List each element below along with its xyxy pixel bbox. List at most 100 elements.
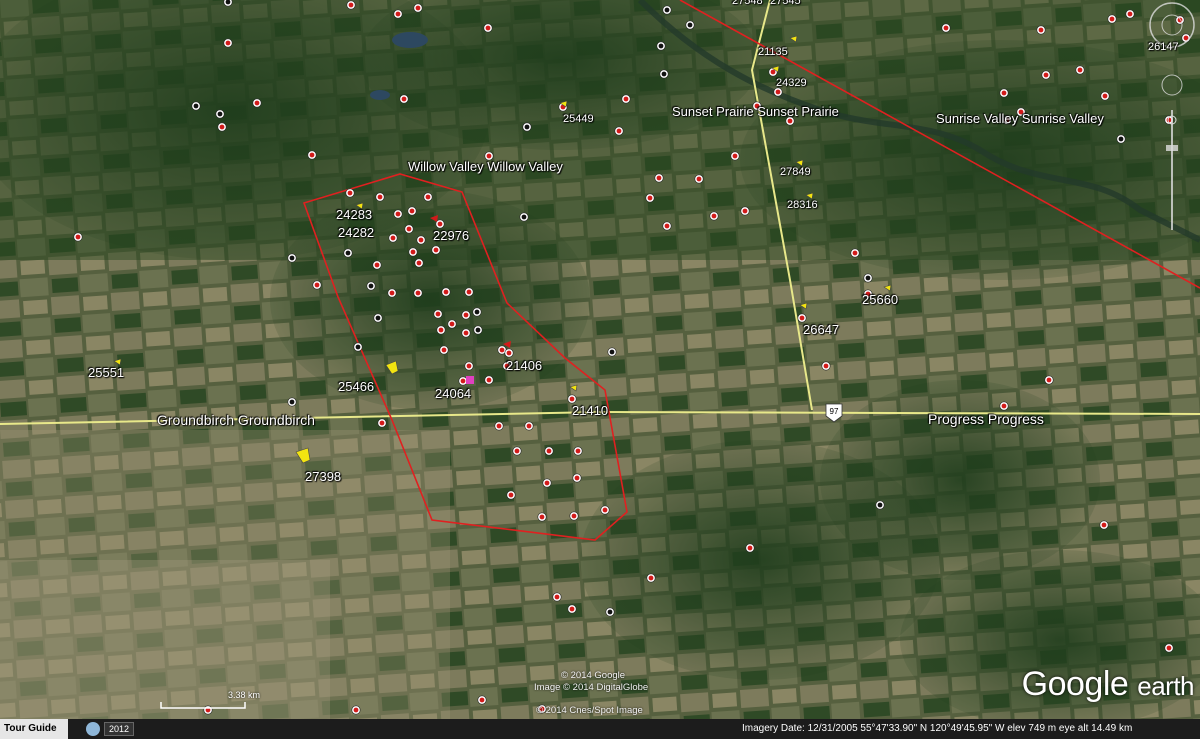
red-well-marker-icon-center: [623, 96, 629, 102]
well-label: 27849: [780, 166, 811, 178]
scale-label: 3.38 km: [228, 690, 261, 700]
red-well-marker-icon-center: [479, 697, 485, 703]
well-label: 24064: [435, 386, 472, 401]
place-label: Progress Progress: [928, 411, 1044, 427]
red-well-marker-icon-center: [799, 315, 805, 321]
red-well-marker-icon-center: [647, 195, 653, 201]
well-label: 27545: [770, 0, 801, 7]
red-well-marker-icon-center: [1077, 67, 1083, 73]
red-well-marker-icon-center: [486, 153, 492, 159]
red-well-marker-icon-center: [466, 289, 472, 295]
red-well-marker-icon-center: [664, 223, 670, 229]
copyright-cnes: © 2014 Cnes/Spot Image: [536, 705, 643, 716]
red-well-marker-icon-center: [852, 250, 858, 256]
well-label: 25660: [862, 292, 899, 307]
red-well-marker-icon-center: [437, 221, 443, 227]
imagery-year-badge[interactable]: 2012: [104, 722, 135, 736]
well-label: 26647: [803, 322, 840, 337]
red-well-marker-icon-center: [506, 350, 512, 356]
logo-product: earth: [1137, 671, 1194, 701]
white-well-marker-icon-center: [217, 111, 223, 117]
white-well-marker-icon-center: [865, 275, 871, 281]
red-well-marker-icon-center: [409, 208, 415, 214]
logo-brand: Google: [1021, 665, 1129, 703]
red-well-marker-icon-center: [508, 492, 514, 498]
red-well-marker-icon-center: [554, 594, 560, 600]
white-well-marker-icon-center: [375, 315, 381, 321]
red-well-marker-icon-center: [348, 2, 354, 8]
red-well-marker-icon-center: [418, 237, 424, 243]
white-well-marker-icon-center: [475, 327, 481, 333]
red-well-marker-icon-center: [395, 11, 401, 17]
white-well-marker-icon-center: [609, 349, 615, 355]
white-well-marker-icon-center: [289, 399, 295, 405]
well-label: 27548: [732, 0, 763, 7]
red-well-marker-icon-center: [435, 311, 441, 317]
well-label: 25449: [563, 113, 594, 125]
red-well-marker-icon-center: [616, 128, 622, 134]
red-well-marker-icon-center: [395, 211, 401, 217]
well-label: 24282: [338, 225, 375, 240]
well-label: 27398: [305, 469, 342, 484]
zoom-slider-thumb: [1166, 145, 1178, 151]
white-well-marker-icon-center: [474, 309, 480, 315]
white-well-marker-icon-center: [345, 250, 351, 256]
copyright-google: © 2014 Google: [561, 670, 626, 681]
white-well-marker-icon-center: [661, 71, 667, 77]
historical-imagery-icon[interactable]: [86, 722, 100, 736]
well-label: 25551: [88, 365, 125, 380]
google-earth-logo: Google earth: [1021, 665, 1195, 704]
red-well-marker-icon-center: [410, 249, 416, 255]
red-well-marker-icon-center: [787, 118, 793, 124]
red-well-marker-icon-center: [823, 363, 829, 369]
white-well-marker-icon-center: [877, 502, 883, 508]
red-well-marker-icon-center: [379, 420, 385, 426]
red-well-marker-icon-center: [1038, 27, 1044, 33]
red-well-marker-icon-center: [225, 40, 231, 46]
red-well-marker-icon-center: [438, 327, 444, 333]
red-well-marker-icon-center: [416, 260, 422, 266]
red-well-marker-icon-center: [309, 152, 315, 158]
red-well-marker-icon-center: [546, 448, 552, 454]
red-well-marker-icon-center: [415, 5, 421, 11]
red-well-marker-icon-center: [569, 606, 575, 612]
red-well-marker-icon-center: [770, 69, 776, 75]
white-well-marker-icon-center: [687, 22, 693, 28]
well-label: 26147: [1148, 41, 1179, 53]
white-well-marker-icon-center: [521, 214, 527, 220]
red-well-marker-icon-center: [460, 378, 466, 384]
red-well-marker-icon-center: [486, 377, 492, 383]
red-well-marker-icon-center: [1127, 11, 1133, 17]
white-well-marker-icon-center: [524, 124, 530, 130]
red-well-marker-icon-center: [514, 448, 520, 454]
copyright-digitalglobe: Image © 2014 DigitalGlobe: [534, 682, 649, 693]
red-well-marker-icon-center: [443, 289, 449, 295]
red-well-marker-icon-center: [485, 25, 491, 31]
red-well-marker-icon-center: [747, 545, 753, 551]
red-well-marker-icon-center: [775, 89, 781, 95]
well-label: 21135: [758, 46, 788, 58]
tour-guide-button[interactable]: Tour Guide: [0, 719, 68, 739]
red-well-marker-icon-center: [1102, 93, 1108, 99]
red-well-marker-icon-center: [711, 213, 717, 219]
white-well-marker-icon-center: [1118, 136, 1124, 142]
red-well-marker-icon-center: [466, 363, 472, 369]
status-bar: Tour Guide 2012 Imagery Date: 12/31/2005…: [0, 719, 1200, 739]
red-well-marker-icon-center: [569, 396, 575, 402]
red-well-marker-icon-center: [463, 312, 469, 318]
red-well-marker-icon-center: [347, 190, 353, 196]
red-well-marker-icon-center: [415, 290, 421, 296]
red-well-marker-icon-center: [219, 124, 225, 130]
well-label: 21410: [572, 403, 609, 418]
red-well-marker-icon-center: [1166, 117, 1172, 123]
red-well-marker-icon-center: [574, 475, 580, 481]
red-well-marker-icon-center: [943, 25, 949, 31]
red-well-marker-icon-center: [1001, 90, 1007, 96]
red-well-marker-icon-center: [1043, 72, 1049, 78]
red-well-marker-icon-center: [254, 100, 260, 106]
white-well-marker-icon-center: [355, 344, 361, 350]
red-well-marker-icon-center: [1101, 522, 1107, 528]
red-well-marker-icon-center: [377, 194, 383, 200]
red-well-marker-icon-center: [544, 480, 550, 486]
red-well-marker-icon-center: [571, 513, 577, 519]
